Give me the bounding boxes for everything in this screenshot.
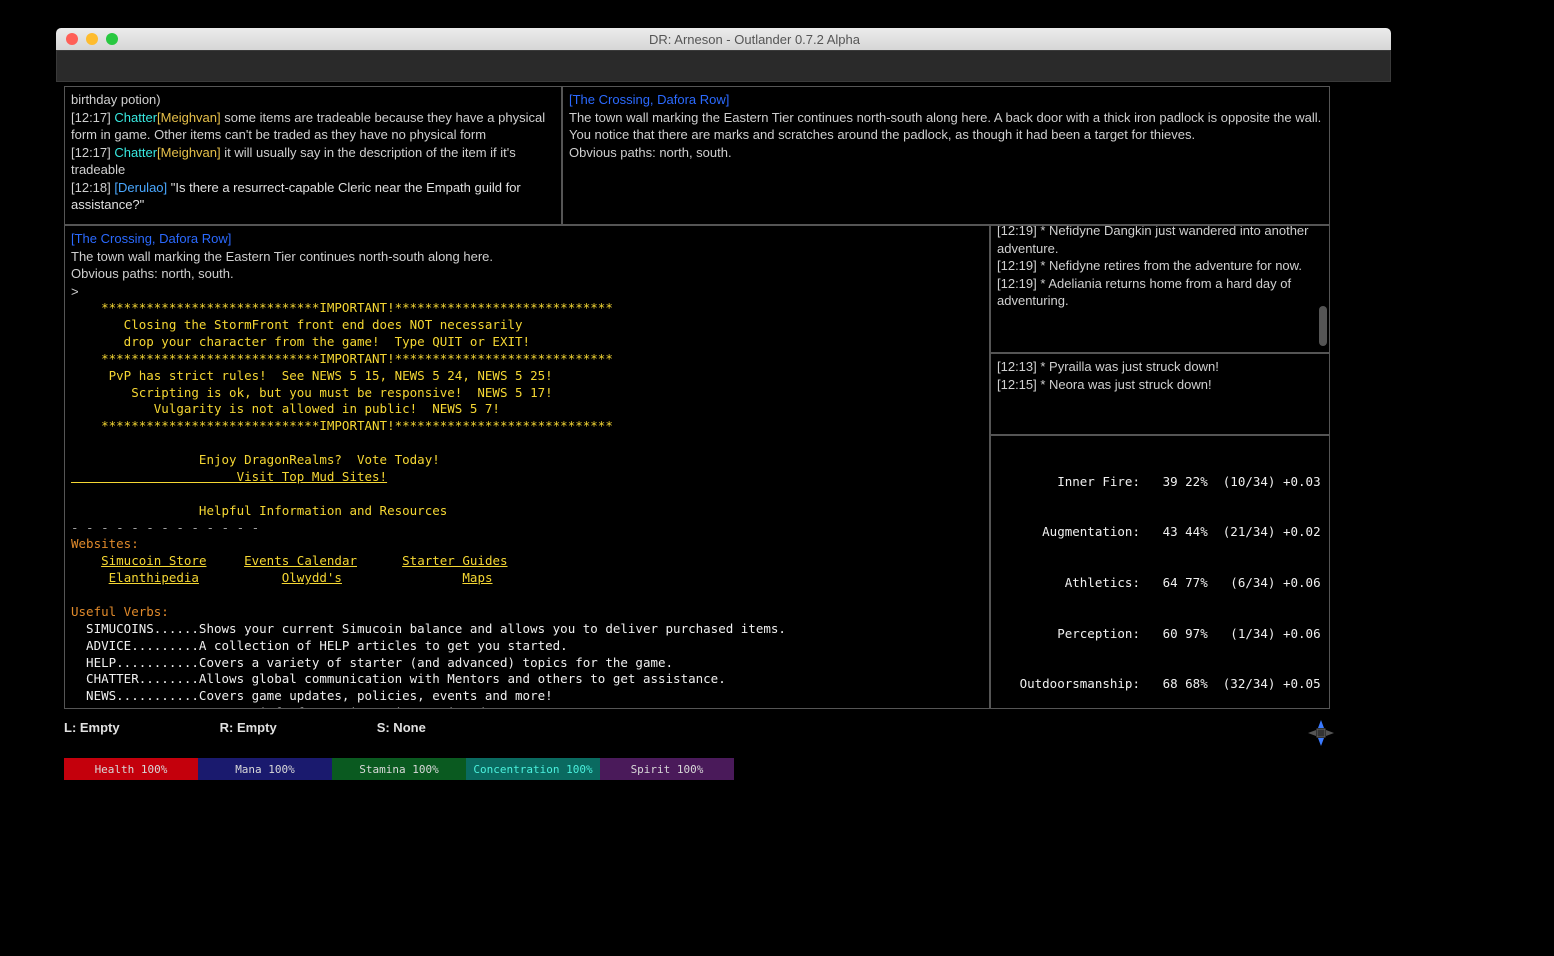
mana-bar[interactable]: Mana 100% <box>198 758 332 780</box>
concentration-bar[interactable]: Concentration 100% <box>466 758 600 780</box>
banner: *****************************IMPORTANT!*… <box>71 418 983 435</box>
minimize-icon[interactable] <box>86 33 98 45</box>
helpful-heading: Helpful Information and Resources <box>71 503 983 520</box>
visit-link[interactable]: Visit Top Mud Sites! <box>71 469 983 486</box>
verb-line: EMAIL..........Contact info for various … <box>71 705 983 709</box>
death-line: [12:15] * Neora was just struck down! <box>997 376 1323 394</box>
chatter-line: [12:18] [Derulao] "Is there a resurrect-… <box>71 179 555 214</box>
motd-line: PvP has strict rules! See NEWS 5 15, NEW… <box>71 368 983 385</box>
left-hand: L: Empty <box>64 720 120 735</box>
chatter-panel[interactable]: birthday potion) [12:17] Chatter[Meighva… <box>64 86 562 225</box>
room-name: [The Crossing, Dafora Row] <box>71 230 983 248</box>
window-title: DR: Arneson - Outlander 0.7.2 Alpha <box>118 32 1391 47</box>
chatter-line: [12:17] Chatter[Meighvan] some items are… <box>71 109 555 144</box>
link-olwydds[interactable]: Olwydd's <box>282 570 342 585</box>
event-line: [12:19] * Adeliania returns home from a … <box>997 275 1323 310</box>
motd-line: Scripting is ok, but you must be respons… <box>71 385 983 402</box>
health-bar[interactable]: Health 100% <box>64 758 198 780</box>
link-elanthipedia[interactable]: Elanthipedia <box>109 570 199 585</box>
verb-line: CHATTER........Allows global communicati… <box>71 671 983 688</box>
room-paths: Obvious paths: north, south. <box>569 144 1323 162</box>
chatter-line: [12:17] Chatter[Meighvan] it will usuall… <box>71 144 555 179</box>
stamina-bar[interactable]: Stamina 100% <box>332 758 466 780</box>
motd-line: Closing the StormFront front end does NO… <box>71 317 983 334</box>
right-hand: R: Empty <box>220 720 277 735</box>
room-desc: The town wall marking the Eastern Tier c… <box>71 248 983 266</box>
hands-display: L: Empty R: Empty S: None <box>64 720 426 735</box>
verb-line: HELP...........Covers a variety of start… <box>71 655 983 672</box>
verb-line: NEWS...........Covers game updates, poli… <box>71 688 983 705</box>
spirit-bar[interactable]: Spirit 100% <box>600 758 734 780</box>
link-simucoin[interactable]: Simucoin Store <box>101 553 206 568</box>
skill-row: Inner Fire: 39 22% (10/34) +0.03 <box>997 474 1323 491</box>
motd-line: drop your character from the game! Type … <box>71 334 983 351</box>
verb-line: ADVICE.........A collection of HELP arti… <box>71 638 983 655</box>
prompt: > <box>71 283 983 301</box>
link-events[interactable]: Events Calendar <box>244 553 357 568</box>
blank <box>71 435 983 452</box>
websites-label: Websites: <box>71 536 983 553</box>
room-name: [The Crossing, Dafora Row] <box>569 91 1323 109</box>
skill-row: Perception: 60 97% (1/34) +0.06 <box>997 626 1323 643</box>
arrivals-panel[interactable]: [12:19] * Nefidyne Dangkin just wandered… <box>990 225 1330 353</box>
vote-line: Enjoy DragonRealms? Vote Today! <box>71 452 983 469</box>
link-starter[interactable]: Starter Guides <box>402 553 507 568</box>
spell: S: None <box>377 720 426 735</box>
skills-panel[interactable]: Inner Fire: 39 22% (10/34) +0.03 Augment… <box>990 435 1330 709</box>
website-row: Simucoin Store Events Calendar Starter G… <box>71 553 983 570</box>
skill-row: Athletics: 64 77% (6/34) +0.06 <box>997 575 1323 592</box>
window-titlebar: DR: Arneson - Outlander 0.7.2 Alpha <box>56 28 1391 50</box>
deaths-panel[interactable]: [12:13] * Pyrailla was just struck down!… <box>990 353 1330 435</box>
skill-row: Outdoorsmanship: 68 68% (32/34) +0.05 <box>997 676 1323 693</box>
vitals-bars: Health 100% Mana 100% Stamina 100% Conce… <box>64 758 734 780</box>
zoom-icon[interactable] <box>106 33 118 45</box>
banner: *****************************IMPORTANT!*… <box>71 351 983 368</box>
blank <box>71 587 983 604</box>
blank <box>71 486 983 503</box>
close-icon[interactable] <box>66 33 78 45</box>
main-story-panel[interactable]: [The Crossing, Dafora Row] The town wall… <box>64 225 990 709</box>
divider: - - - - - - - - - - - - - <box>71 520 983 537</box>
banner: *****************************IMPORTANT!*… <box>71 300 983 317</box>
room-desc: The town wall marking the Eastern Tier c… <box>569 109 1323 144</box>
verbs-label: Useful Verbs: <box>71 604 983 621</box>
compass-icon[interactable] <box>1306 718 1336 748</box>
toolbar <box>56 50 1391 82</box>
website-row: Elanthipedia Olwydd's Maps <box>71 570 983 587</box>
verb-line: SIMUCOINS......Shows your current Simuco… <box>71 621 983 638</box>
event-line: [12:19] * Nefidyne Dangkin just wandered… <box>997 225 1323 257</box>
room-paths: Obvious paths: north, south. <box>71 265 983 283</box>
motd-line: Vulgarity is not allowed in public! NEWS… <box>71 401 983 418</box>
death-line: [12:13] * Pyrailla was just struck down! <box>997 358 1323 376</box>
room-description-panel[interactable]: [The Crossing, Dafora Row] The town wall… <box>562 86 1330 225</box>
scrollbar[interactable] <box>1319 306 1327 346</box>
event-line: [12:19] * Nefidyne retires from the adve… <box>997 257 1323 275</box>
traffic-lights <box>66 33 118 45</box>
link-maps[interactable]: Maps <box>462 570 492 585</box>
chatter-line: birthday potion) <box>71 91 555 109</box>
skill-row: Augmentation: 43 44% (21/34) +0.02 <box>997 524 1323 541</box>
